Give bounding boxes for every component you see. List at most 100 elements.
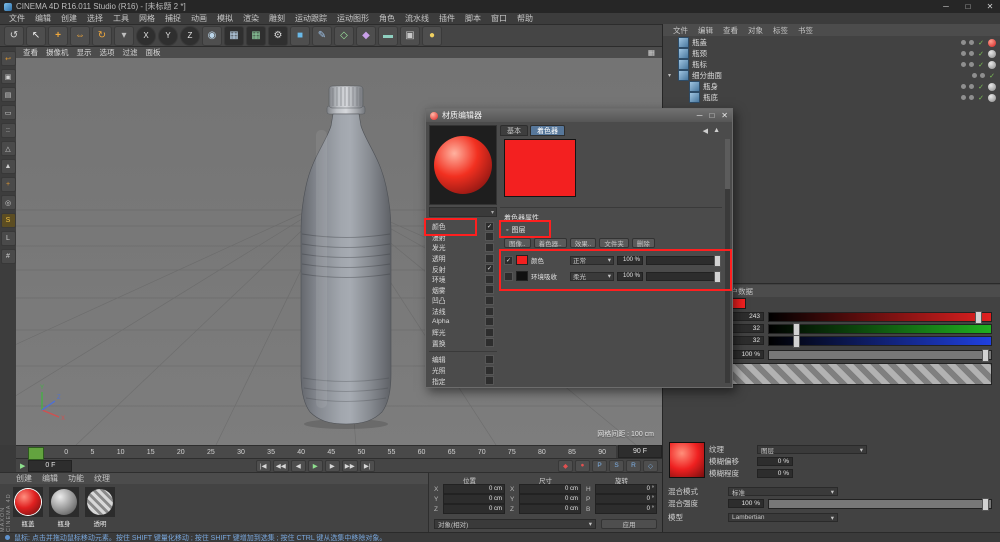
object-name[interactable]: 细分曲面 <box>692 70 722 81</box>
channel-name[interactable]: 烟雾 <box>432 285 446 295</box>
model-mode-icon[interactable]: ▣ <box>1 69 16 84</box>
mix-mode-dropdown[interactable]: 标准▾ <box>728 487 838 496</box>
add-floor-icon[interactable]: ▬ <box>378 26 398 46</box>
points-mode-icon[interactable]: :: <box>1 123 16 138</box>
channel-name[interactable]: 发光 <box>432 242 446 252</box>
blur-offset-field[interactable]: 0 % <box>757 457 793 466</box>
brightness-value-field[interactable]: 100 % <box>728 350 764 359</box>
menu-item[interactable]: 创建 <box>56 13 82 24</box>
coord-field[interactable]: 0 ° <box>595 494 657 504</box>
render-visibility-dot[interactable] <box>969 62 974 67</box>
layer-opacity-field[interactable]: 100 % <box>617 272 643 281</box>
vp-menu[interactable]: 过滤 <box>120 47 141 58</box>
layer-checkbox[interactable] <box>504 272 513 281</box>
menu-item[interactable]: 帮助 <box>512 13 538 24</box>
material-preview[interactable] <box>429 125 497 205</box>
me-maximize-button[interactable]: □ <box>709 111 714 120</box>
coord-field[interactable]: 0 ° <box>595 484 657 494</box>
object-manager-menu[interactable]: 查看 <box>719 25 742 36</box>
object-row[interactable]: 瓶底 ✓ <box>663 92 1000 103</box>
record-scale-button[interactable]: S <box>609 460 624 472</box>
add-light-icon[interactable]: ● <box>422 26 442 46</box>
apply-button[interactable]: 应用 <box>601 519 657 529</box>
channel-checkbox[interactable] <box>485 338 494 347</box>
blend-mode-dropdown[interactable]: 柔光▾ <box>570 272 614 281</box>
material-menu[interactable]: 功能 <box>68 473 84 484</box>
add-camera-icon[interactable]: ▣ <box>400 26 420 46</box>
object-name[interactable]: 瓶身 <box>703 81 718 92</box>
render-visibility-dot[interactable] <box>969 40 974 45</box>
material-editor-titlebar[interactable]: 材质编辑器 ─ □ ✕ <box>426 109 732 122</box>
channel-name[interactable]: 指定 <box>432 376 446 386</box>
object-name[interactable]: 瓶盖 <box>692 37 707 48</box>
render-view-icon[interactable]: ▦ <box>224 26 244 46</box>
object-row[interactable]: ▾ 细分曲面 ✓ <box>663 70 1000 81</box>
channel-name[interactable]: 编辑 <box>432 354 446 364</box>
menu-item[interactable]: 编辑 <box>30 13 56 24</box>
material-tag-icon[interactable] <box>988 50 996 58</box>
channel-row[interactable]: 环境 <box>429 274 497 285</box>
channel-checkbox[interactable] <box>485 317 494 326</box>
enable-axis-icon[interactable]: + <box>1 177 16 192</box>
coord-field[interactable]: 0 ° <box>595 504 657 514</box>
menu-item[interactable]: 工具 <box>108 13 134 24</box>
rotate-tool-icon[interactable]: ↻ <box>92 26 112 46</box>
menu-item[interactable]: 角色 <box>374 13 400 24</box>
render-visibility-dot[interactable] <box>969 51 974 56</box>
editor-visibility-dot[interactable] <box>961 95 966 100</box>
channel-name[interactable]: 法线 <box>432 306 446 316</box>
layer-action-button[interactable]: 删除 <box>632 238 655 248</box>
channel-row[interactable]: 凹凸 <box>429 295 497 306</box>
object-row[interactable]: 瓶盖 ✓ <box>663 37 1000 48</box>
blue-value-field[interactable]: 32 <box>728 336 764 345</box>
material-tag-icon[interactable] <box>988 83 996 91</box>
menu-item[interactable]: 文件 <box>4 13 30 24</box>
object-manager-menu[interactable]: 文件 <box>669 25 692 36</box>
channel-row[interactable]: Alpha <box>429 316 497 327</box>
shader-layer-row[interactable]: 环境吸收 柔光▾ 100 % <box>504 268 718 284</box>
snap-icon[interactable]: S <box>1 213 16 228</box>
scale-tool-icon[interactable]: ⇔ <box>70 26 90 46</box>
editor-visibility-dot[interactable] <box>961 84 966 89</box>
z-axis-lock-icon[interactable]: Z <box>180 26 200 46</box>
channel-name[interactable]: 凹凸 <box>432 295 446 305</box>
menu-item[interactable]: 插件 <box>434 13 460 24</box>
menu-item[interactable]: 窗口 <box>486 13 512 24</box>
y-axis-lock-icon[interactable]: Y <box>158 26 178 46</box>
coord-space-dropdown[interactable]: 对象(相对)▾ <box>434 519 596 529</box>
vp-menu[interactable]: 显示 <box>74 47 95 58</box>
close-button[interactable]: ✕ <box>984 2 996 11</box>
coord-field[interactable]: 0 cm <box>519 494 581 504</box>
blur-scale-field[interactable]: 0 % <box>757 469 793 478</box>
menu-item[interactable]: 雕刻 <box>264 13 290 24</box>
brightness-slider[interactable] <box>768 350 992 360</box>
maximize-button[interactable]: □ <box>962 2 974 11</box>
play-button[interactable]: ▶ <box>308 460 323 472</box>
next-key-button[interactable]: ▶▶ <box>342 460 358 472</box>
object-row[interactable]: 瓶颈 ✓ <box>663 48 1000 59</box>
prev-frame-button[interactable]: ◀ <box>291 460 306 472</box>
layer-opacity-slider[interactable] <box>646 272 718 281</box>
timeline-playhead[interactable] <box>28 447 44 460</box>
lock-workplane-icon[interactable]: L <box>1 231 16 246</box>
texture-mode-icon[interactable]: ▤ <box>1 87 16 102</box>
object-name[interactable]: 瓶颈 <box>692 48 707 59</box>
channel-checkbox[interactable] <box>485 328 494 337</box>
expand-icon[interactable]: ▾ <box>668 72 675 79</box>
material-tag-icon[interactable] <box>988 39 996 47</box>
menu-item[interactable]: 模拟 <box>212 13 238 24</box>
texture-shader-dropdown[interactable]: 图层▾ <box>757 445 867 454</box>
editor-visibility-dot[interactable] <box>961 62 966 67</box>
add-deformer-icon[interactable]: ◆ <box>356 26 376 46</box>
viewport-panes-icon[interactable]: ▦ <box>645 48 658 57</box>
layer-action-button[interactable]: 效果.. <box>570 238 597 248</box>
material-menu[interactable]: 创建 <box>16 473 32 484</box>
menu-item[interactable]: 渲染 <box>238 13 264 24</box>
material-editor-tab[interactable]: 基本 <box>500 125 528 136</box>
texture-thumbnail[interactable] <box>669 442 705 478</box>
material-tag-icon[interactable] <box>988 61 996 69</box>
editor-visibility-dot[interactable] <box>961 51 966 56</box>
select-tool-icon[interactable]: ↖ <box>26 26 46 46</box>
channel-row[interactable]: 法线 <box>429 306 497 317</box>
material-menu[interactable]: 编辑 <box>42 473 58 484</box>
